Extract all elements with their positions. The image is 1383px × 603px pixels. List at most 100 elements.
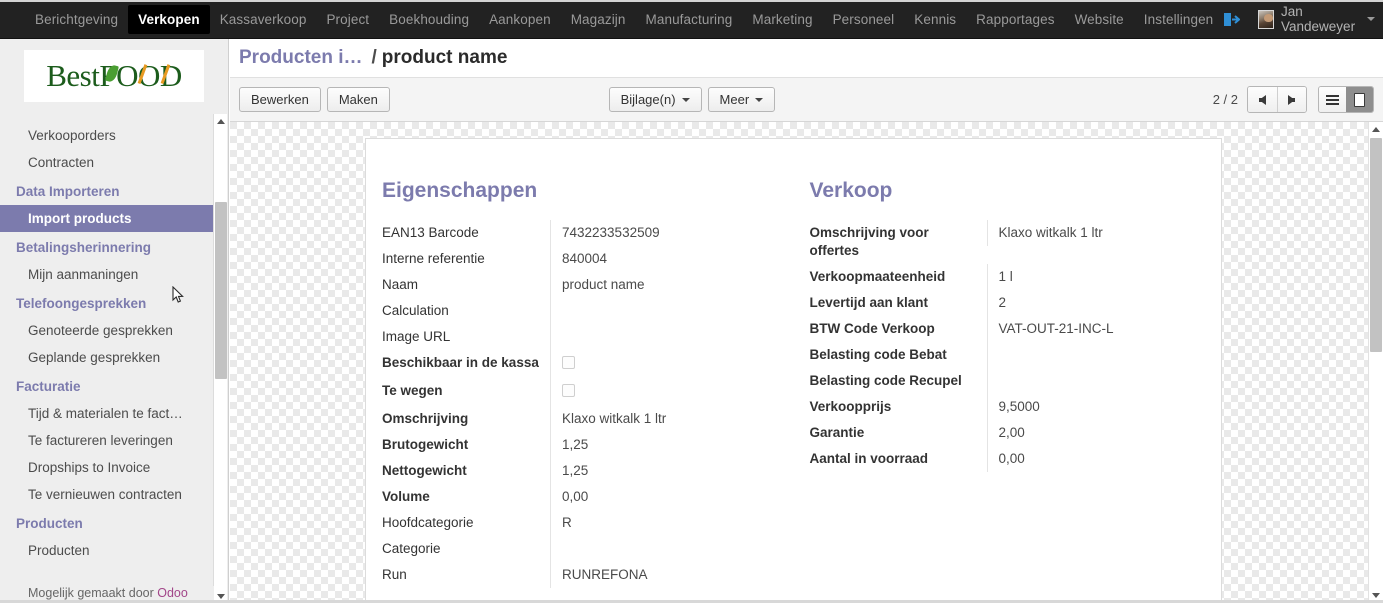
properties-column: Eigenschappen EAN13 Barcode 7432233532509…	[366, 179, 794, 588]
next-record-button[interactable]	[1276, 87, 1306, 112]
field-value-ean13-barcode: 7432233532509	[550, 220, 794, 246]
sidebar-item-mijn-aanmaningen[interactable]: Mijn aanmaningen	[0, 261, 214, 288]
list-view-button[interactable]	[1318, 87, 1346, 112]
sign-in-icon[interactable]	[1223, 9, 1241, 29]
main-menu: Berichtgeving Verkopen Kassaverkoop Project…	[25, 0, 1223, 39]
sidebar-scrollbar[interactable]	[213, 114, 227, 603]
field-row-volume: Volume 0,00	[382, 484, 794, 510]
field-value-aantal-in-voorraad: 0,00	[986, 446, 1222, 472]
field-row-te-wegen: Te wegen	[382, 378, 794, 406]
field-label-ean13-barcode: EAN13 Barcode	[382, 225, 479, 240]
field-label-belasting-code-recupel: Belasting code Recupel	[809, 373, 962, 388]
form-view-button[interactable]	[1345, 87, 1373, 112]
field-label-beschikbaar-in-de-kassa: Beschikbaar in de kassa	[382, 355, 539, 370]
field-label-omschrijving: Omschrijving	[382, 411, 469, 426]
toolbar-center-group: Bijlage(n) Meer	[608, 87, 776, 112]
field-row-omschrijving: Omschrijving Klaxo witkalk 1 ltr	[382, 406, 794, 432]
sidebar-item-tijd-materialen-te-fact[interactable]: Tijd & materialen te fact…	[0, 400, 214, 427]
field-row-brutogewicht: Brutogewicht 1,25	[382, 432, 794, 458]
sidebar-item-producten[interactable]: Producten	[0, 537, 214, 564]
create-button[interactable]: Maken	[326, 87, 390, 112]
field-value-run: RUNREFONA	[550, 562, 794, 588]
sidebar-item-dropships-to-invoice[interactable]: Dropships to Invoice	[0, 454, 214, 481]
nav-item-verkopen[interactable]: Verkopen	[128, 4, 210, 34]
content-scrollbar[interactable]	[1368, 122, 1383, 602]
nav-item-boekhouding[interactable]: Boekhouding	[379, 5, 479, 34]
field-value-categorie	[550, 536, 794, 562]
top-navbar: Berichtgeving Verkopen Kassaverkoop Project…	[0, 0, 1383, 39]
nav-item-manufacturing[interactable]: Manufacturing	[636, 5, 743, 34]
field-label-categorie: Categorie	[382, 541, 441, 556]
field-label-image-url: Image URL	[382, 329, 451, 344]
navbar-right: Jan Vandeweyer	[1223, 0, 1376, 39]
powered-by-label: Mogelijk gemaakt door	[28, 586, 158, 600]
field-value-nettogewicht: 1,25	[550, 458, 794, 484]
field-row-verkoopmaateenheid: Verkoopmaateenheid 1 l	[810, 264, 1222, 290]
brand-logo[interactable]: BestFOOD	[24, 50, 204, 102]
sidebar-item-import-products[interactable]: Import products	[0, 205, 214, 232]
nav-item-personeel[interactable]: Personeel	[823, 5, 905, 34]
nav-item-website[interactable]: Website	[1065, 5, 1134, 34]
nav-item-project[interactable]: Project	[316, 5, 379, 34]
nav-item-kennis[interactable]: Kennis	[904, 5, 966, 34]
checkbox-beschikbaar-in-de-kassa[interactable]	[562, 356, 575, 369]
arrow-right-icon	[1288, 94, 1296, 105]
content-scrollbar-thumb[interactable]	[1370, 138, 1382, 352]
sidebar-scrollbar-thumb[interactable]	[215, 202, 227, 379]
nav-item-rapportages[interactable]: Rapportages	[966, 5, 1064, 34]
sidebar-section-data-importeren: Data Importeren	[16, 184, 120, 199]
sidebar-section-betalingsherinnering: Betalingsherinnering	[16, 240, 152, 255]
brand-logo-text: BestFOOD	[46, 58, 182, 94]
sidebar-item-genoteerde-gesprekken[interactable]: Genoteerde gesprekken	[0, 317, 214, 344]
chevron-down-icon	[217, 593, 225, 599]
breadcrumb-parent[interactable]: Producten i…	[239, 47, 363, 69]
arrow-left-icon	[1258, 94, 1266, 105]
field-row-verkoopprijs: Verkoopprijs 9,5000	[810, 394, 1222, 420]
nav-item-kassaverkoop[interactable]: Kassaverkoop	[210, 5, 317, 34]
sidebar-menu: Verkooporders Contracten Data Importeren Im…	[0, 114, 214, 564]
sidebar-item-geplande-gesprekken[interactable]: Geplande gesprekken	[0, 344, 214, 371]
field-label-run: Run	[382, 567, 407, 582]
edit-button[interactable]: Bewerken	[239, 87, 321, 112]
sidebar-scroll-up-button[interactable]	[214, 114, 228, 128]
chevron-down-icon	[681, 97, 690, 102]
field-value-calculation	[550, 298, 794, 324]
properties-field-list: EAN13 Barcode 7432233532509 Interne refere…	[382, 220, 794, 588]
field-value-belasting-code-recupel	[986, 368, 1222, 394]
field-label-btw-code-verkoop: BTW Code Verkoop	[809, 321, 935, 336]
sidebar-item-te-factureren-leveringen[interactable]: Te factureren leveringen	[0, 427, 214, 454]
field-row-calculation: Calculation	[382, 298, 794, 324]
field-label-volume: Volume	[382, 489, 430, 504]
nav-item-aankopen[interactable]: Aankopen	[479, 5, 561, 34]
form-toolbar: Bewerken Maken Bijlage(n) Meer 2 / 2	[230, 78, 1383, 122]
previous-record-button[interactable]	[1247, 87, 1277, 112]
field-row-hoofdcategorie: Hoofdcategorie R	[382, 510, 794, 536]
nav-item-marketing[interactable]: Marketing	[742, 5, 822, 34]
field-label-nettogewicht: Nettogewicht	[382, 463, 467, 478]
sidebar-item-contracten[interactable]: Contracten	[0, 149, 214, 176]
powered-by: Mogelijk gemaakt door Odoo	[0, 586, 214, 600]
nav-item-instellingen[interactable]: Instellingen	[1134, 5, 1224, 34]
sidebar-item-verkooporders[interactable]: Verkooporders	[0, 122, 214, 149]
more-button[interactable]: Meer	[707, 87, 776, 112]
sidebar-item-te-vernieuwen-contracten[interactable]: Te vernieuwen contracten	[0, 481, 214, 508]
sales-group-title: Verkoop	[809, 179, 893, 202]
field-value-omschrijving: Klaxo witkalk 1 ltr	[550, 406, 794, 432]
attachments-button[interactable]: Bijlage(n)	[608, 87, 702, 112]
sidebar-section-facturatie: Facturatie	[16, 379, 81, 394]
nav-item-berichtgeving[interactable]: Berichtgeving	[25, 5, 128, 34]
pager-counter: 2 / 2	[1212, 92, 1238, 107]
field-label-omschrijving-voor-offertes: Omschrijving voor offertes	[809, 225, 929, 258]
more-button-label: Meer	[719, 92, 750, 107]
odoo-link[interactable]: Odoo	[157, 586, 188, 600]
breadcrumb: Producten i… / product name	[230, 39, 1383, 78]
field-label-verkoopmaateenheid: Verkoopmaateenheid	[809, 269, 946, 284]
user-menu[interactable]: Jan Vandeweyer	[1258, 4, 1376, 34]
nav-item-magazijn[interactable]: Magazijn	[561, 5, 636, 34]
user-name: Jan Vandeweyer	[1281, 4, 1356, 34]
chevron-up-icon	[217, 118, 225, 124]
field-label-interne-referentie: Interne referentie	[382, 251, 485, 266]
content-scroll-up-button[interactable]	[1369, 122, 1383, 136]
field-row-categorie: Categorie	[382, 536, 794, 562]
checkbox-te-wegen[interactable]	[562, 384, 575, 397]
